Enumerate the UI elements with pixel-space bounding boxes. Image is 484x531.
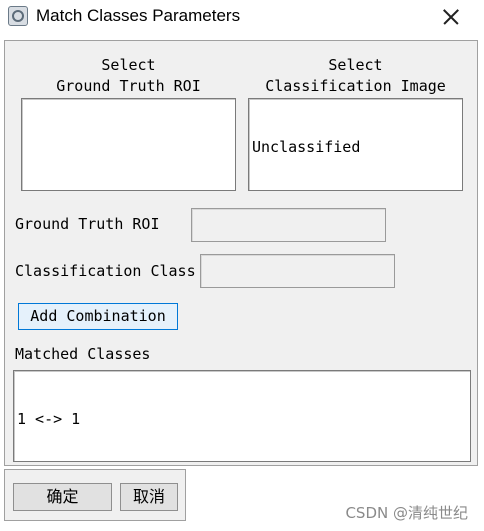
matched-classes-list[interactable]: 1 <-> 1 2 <-> 2	[13, 370, 471, 485]
cancel-button[interactable]: 取消	[120, 483, 178, 511]
dialog-body: Select Ground Truth ROI Select Classific…	[4, 40, 478, 485]
ground-truth-roi-field[interactable]	[191, 208, 386, 242]
matched-classes-label: Matched Classes	[15, 345, 151, 363]
classification-header-line2: Classification Image	[265, 77, 446, 95]
ground-truth-roi-label: Ground Truth ROI	[15, 215, 160, 233]
classification-class-label: Classification Class	[15, 262, 196, 280]
ground-truth-roi-list[interactable]	[21, 98, 236, 191]
button-panel: 确定 取消	[4, 469, 186, 521]
title-bar: Match Classes Parameters	[0, 0, 484, 34]
classification-list-header: Select Classification Image	[248, 55, 463, 97]
ground-truth-list-header: Select Ground Truth ROI	[21, 55, 236, 97]
add-combination-button[interactable]: Add Combination	[18, 303, 178, 330]
ground-truth-header-line1: Select	[101, 56, 156, 74]
classification-header-line1: Select	[328, 56, 383, 74]
ground-truth-header-line2: Ground Truth ROI	[56, 77, 201, 95]
ok-button[interactable]: 确定	[13, 483, 112, 511]
app-icon	[8, 6, 28, 26]
list-item[interactable]: Unclassified	[252, 138, 459, 157]
list-item[interactable]: 1 <-> 1	[17, 410, 467, 429]
classification-class-field[interactable]	[200, 254, 395, 288]
window-title: Match Classes Parameters	[36, 6, 241, 25]
watermark: CSDN @清纯世纪	[345, 504, 468, 522]
classification-image-list[interactable]: Unclassified	[248, 98, 463, 191]
close-icon[interactable]	[438, 5, 464, 29]
